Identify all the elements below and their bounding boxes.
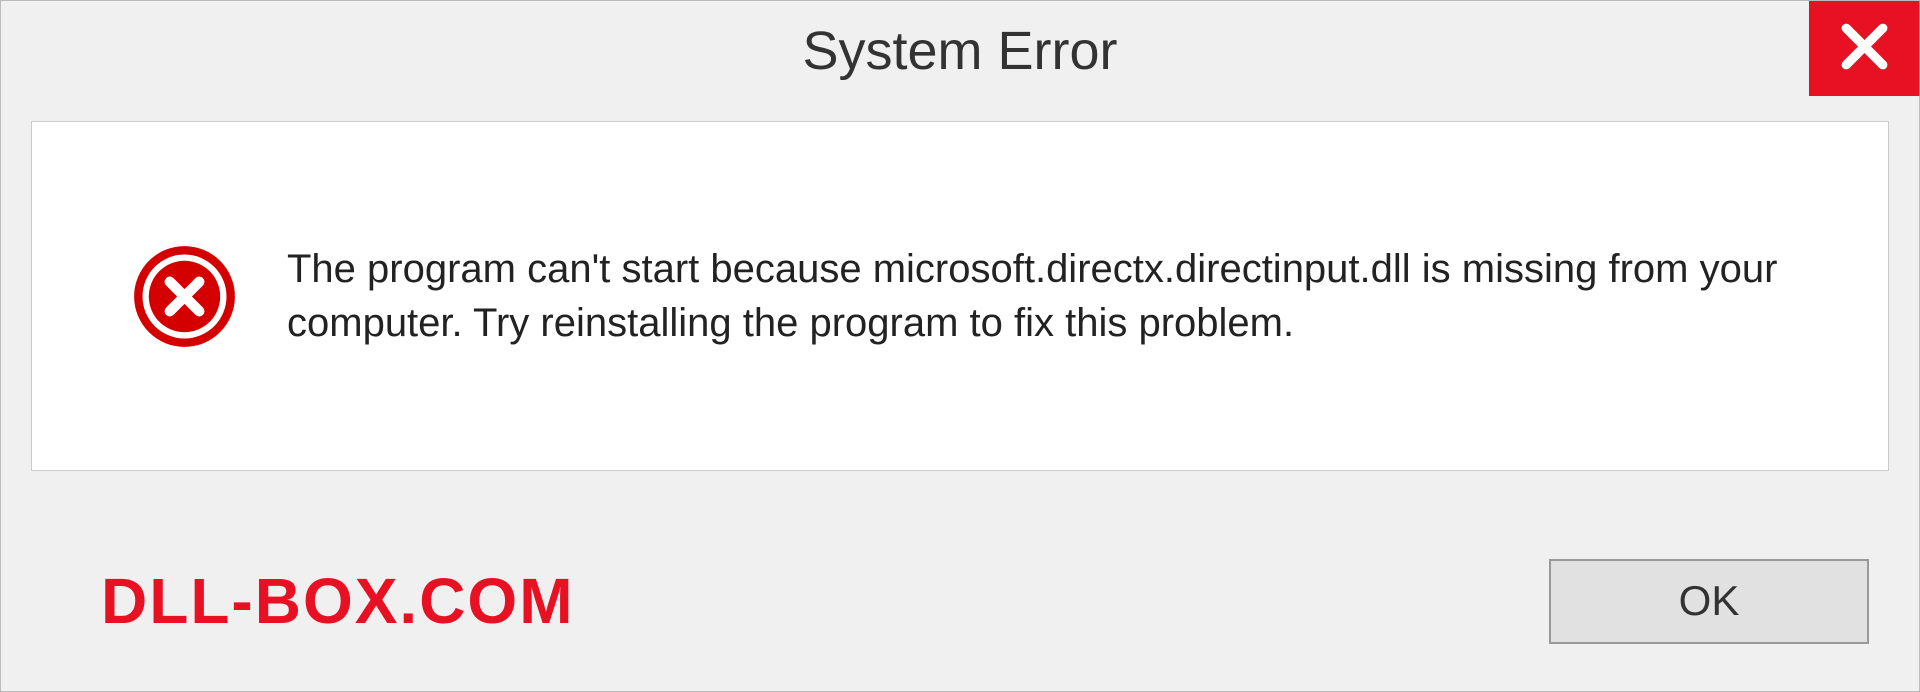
error-message: The program can't start because microsof… bbox=[287, 242, 1828, 350]
dialog-title: System Error bbox=[802, 20, 1117, 82]
close-button[interactable] bbox=[1809, 1, 1919, 96]
dialog-footer: DLL-BOX.COM OK bbox=[1, 511, 1919, 691]
ok-button[interactable]: OK bbox=[1549, 559, 1869, 644]
titlebar: System Error bbox=[1, 1, 1919, 101]
content-area: The program can't start because microsof… bbox=[31, 121, 1889, 471]
watermark-text: DLL-BOX.COM bbox=[101, 564, 575, 638]
close-icon bbox=[1837, 19, 1892, 79]
error-icon bbox=[132, 244, 237, 349]
error-dialog: System Error The program can't start bec… bbox=[0, 0, 1920, 692]
